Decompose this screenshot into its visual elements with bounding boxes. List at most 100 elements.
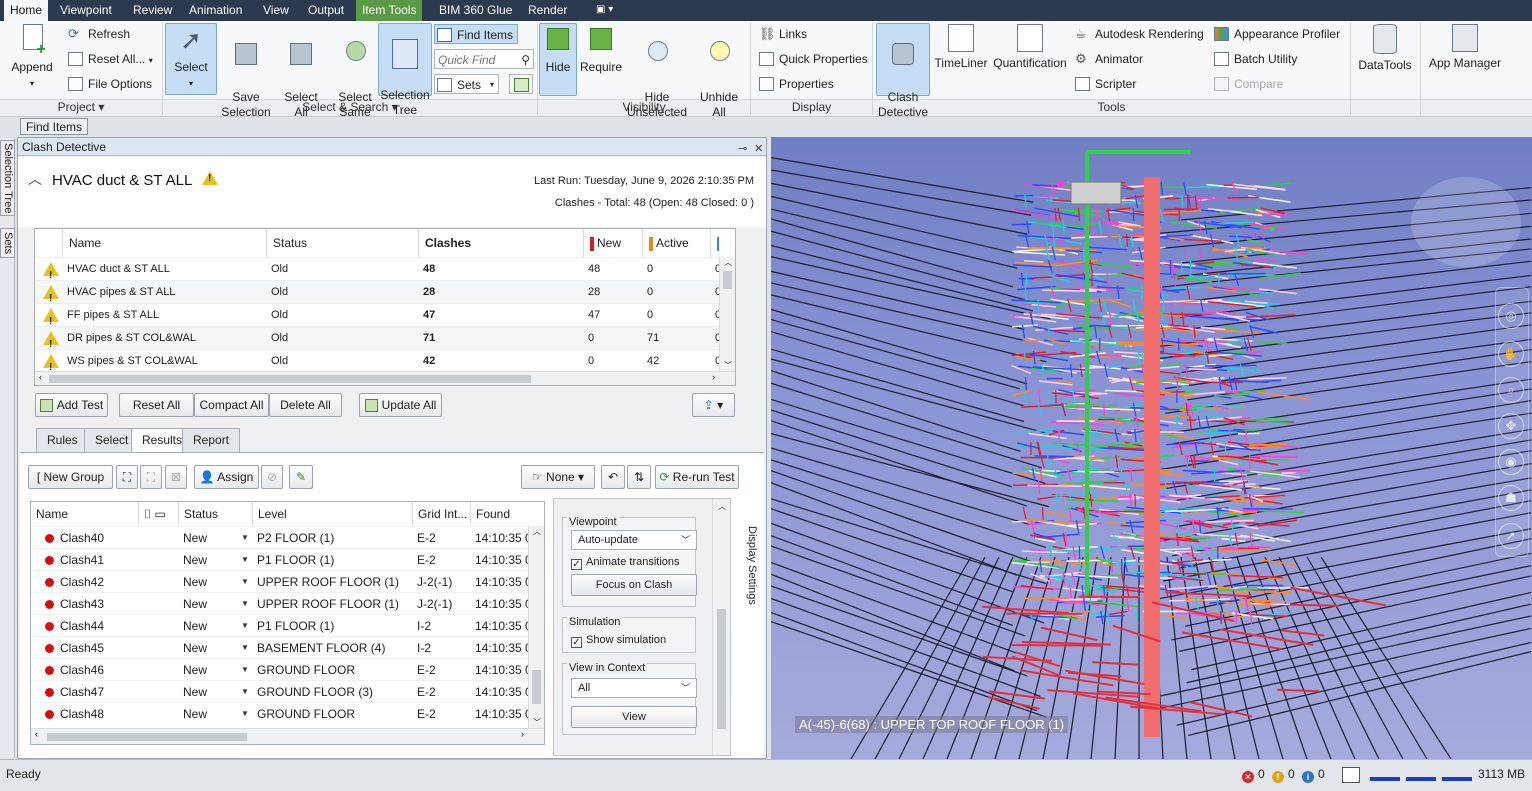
select-button[interactable]: ➚ Select ▾ — [165, 23, 217, 95]
clash-detective-button[interactable]: Clash Detective — [876, 23, 930, 119]
clash-status-dropdown[interactable]: New ▼ — [179, 615, 253, 637]
file-options-button[interactable]: File Options — [66, 74, 152, 94]
save-selection-button[interactable]: Save Selection — [219, 24, 273, 119]
results-vertical-scrollbar[interactable]: ︿ ﹀ — [528, 526, 544, 728]
close-icon[interactable]: ✕ — [754, 140, 763, 158]
3d-viewport[interactable]: A(-45)-6(68) : UPPER TOP ROOF FLOOR (1) … — [771, 137, 1532, 759]
dropdown-arrow-icon[interactable]: ▼ — [241, 615, 249, 637]
animator-button[interactable]: ⚙ Animator — [1073, 49, 1143, 69]
show-simulation-checkbox[interactable]: ✓ Show simulation — [571, 633, 666, 648]
compare-button[interactable]: Compare — [1212, 74, 1283, 94]
clash-row[interactable]: Clash43 New ▼ UPPER ROOF FLOOR (1) J-2(-1) 14… — [31, 592, 529, 614]
binoculars-icon[interactable]: ⚲ — [521, 50, 530, 70]
selection-tree-button[interactable]: Selection Tree — [378, 23, 432, 117]
results-header-status[interactable]: Status — [179, 502, 253, 526]
test-row[interactable]: WS pipes & ST COL&WALOld420420 — [35, 349, 721, 373]
links-button[interactable]: ⛓ Links — [757, 24, 807, 44]
clash-row[interactable]: Clash48 New ▼ GROUND FLOOR E-2 14:10:35 0 — [31, 702, 529, 724]
viewcube-icon[interactable] — [1411, 177, 1521, 267]
quantification-button[interactable]: Quantification — [991, 24, 1069, 98]
dropdown-arrow-icon[interactable]: ▼ — [241, 637, 249, 659]
clash-status-dropdown[interactable]: New ▼ — [179, 593, 253, 615]
quick-properties-button[interactable]: Quick Properties — [757, 49, 868, 69]
test-row[interactable]: HVAC pipes & ST ALLOld282800 — [35, 280, 721, 304]
dropdown-arrow-icon[interactable]: ▼ — [241, 571, 249, 593]
clash-status-dropdown[interactable]: New ▼ — [179, 703, 253, 725]
delete-all-button[interactable]: Delete All — [269, 393, 342, 417]
filter-none-dropdown[interactable]: ☞ None ▾ — [521, 465, 595, 489]
scripter-button[interactable]: Scripter — [1073, 74, 1136, 94]
dropdown-arrow-icon[interactable]: ▼ — [241, 659, 249, 681]
results-horizontal-scrollbar[interactable]: ‹ › — [31, 728, 544, 744]
orbit-icon[interactable]: ✥ — [1498, 413, 1524, 439]
clash-status-dropdown[interactable]: New ▼ — [179, 571, 253, 593]
dropdown-arrow-icon[interactable]: ▼ — [241, 681, 249, 703]
animate-transitions-checkbox[interactable]: ✓ Animate transitions — [571, 555, 680, 570]
tab-review[interactable]: Review — [127, 0, 178, 21]
assign-button[interactable]: 👤 Assign — [194, 465, 259, 489]
dropdown-arrow-icon[interactable]: ▼ — [241, 593, 249, 615]
sort-button[interactable]: ⇅ — [627, 465, 651, 489]
column-header-status[interactable]: Status — [267, 229, 419, 257]
export-import-dropdown[interactable]: ⇪ ▾ — [692, 393, 735, 417]
view-button[interactable]: View — [571, 706, 697, 728]
tests-vertical-scrollbar[interactable]: ︿ ﹀ — [719, 257, 735, 371]
test-row[interactable]: HVAC duct & ST ALLOld484800 — [35, 257, 721, 281]
add-comment-button[interactable]: ✎ — [289, 465, 313, 489]
tab-output[interactable]: Output — [302, 0, 350, 21]
autodesk-rendering-button[interactable]: ☕ Autodesk Rendering — [1073, 24, 1204, 44]
dropdown-arrow-icon[interactable]: ▼ — [241, 703, 249, 725]
pin-icon[interactable]: ⊸ — [738, 140, 747, 158]
quick-find-input[interactable]: Quick Find ⚲ — [434, 49, 534, 69]
select-same-button[interactable]: Select Same — [331, 24, 379, 119]
selection-tree-side-tab[interactable]: Selection Tree — [0, 140, 15, 216]
clash-status-dropdown[interactable]: New ▼ — [179, 659, 253, 681]
tab-render[interactable]: Render — [522, 0, 573, 21]
sheet-browser-icon[interactable] — [1342, 767, 1360, 783]
clash-status-dropdown[interactable]: New ▼ — [179, 681, 253, 703]
clash-row[interactable]: Clash41 New ▼ P1 FLOOR (1) E-2 14:10:35 0 — [31, 548, 529, 570]
timeliner-button[interactable]: TimeLiner — [933, 24, 989, 98]
column-header-new[interactable]: New — [584, 229, 643, 257]
test-row[interactable]: FF pipes & ST ALLOld474700 — [35, 303, 721, 327]
pan-icon[interactable]: ✋ — [1498, 341, 1524, 367]
explode-group-button[interactable]: ⛶ — [140, 465, 162, 489]
tab-rules[interactable]: Rules — [36, 428, 89, 452]
rerun-test-button[interactable]: ⟳ Re-run Test — [655, 465, 739, 489]
select-all-button[interactable]: Select All — [277, 24, 325, 119]
tab-animation[interactable]: Animation — [183, 0, 248, 21]
clash-status-dropdown[interactable]: New ▼ — [179, 549, 253, 571]
walk-icon[interactable]: ☗ — [1498, 485, 1524, 511]
compact-all-button[interactable]: Compact All — [194, 393, 269, 417]
unhide-all-button[interactable]: Unhide All — [694, 24, 744, 119]
collapse-chevron-icon[interactable]: ︿ — [28, 169, 42, 189]
tab-report[interactable]: Report — [182, 428, 241, 452]
tests-horizontal-scrollbar[interactable]: ‹ › — [35, 371, 735, 385]
display-settings-scrollbar[interactable]: ︿ — [712, 499, 730, 755]
hide-unselected-button[interactable]: Hide Unselected — [626, 24, 688, 119]
results-header-name[interactable]: Name — [31, 502, 139, 526]
properties-button[interactable]: Properties — [757, 74, 834, 94]
clash-row[interactable]: Clash44 New ▼ P1 FLOOR (1) I-2 14:10:35 0 — [31, 614, 529, 636]
add-test-button[interactable]: Add Test — [35, 393, 108, 417]
sets-side-tab[interactable]: Sets — [0, 228, 15, 258]
find-items-button[interactable]: Find Items — [434, 24, 518, 44]
find-items-panel-tab[interactable]: Find Items — [20, 118, 89, 135]
column-header-name[interactable]: Name — [63, 229, 267, 257]
project-group-label[interactable]: Project ▾ — [0, 100, 162, 116]
view-in-context-select[interactable]: All ﹀ — [571, 678, 697, 698]
clear-group-button[interactable]: ⊠ — [165, 465, 187, 489]
reset-status-button[interactable]: ↶ — [601, 465, 625, 489]
tab-home[interactable]: Home — [4, 0, 49, 21]
viewpoint-select[interactable]: Auto-update ﹀ — [571, 530, 697, 550]
column-header-active[interactable]: Active — [643, 229, 711, 257]
warning-count[interactable]: ! 0 — [1272, 767, 1295, 783]
clash-row[interactable]: Clash45 New ▼ BASEMENT FLOOR (4) I-2 14:10:35… — [31, 636, 529, 658]
manage-sets-button[interactable] — [509, 74, 533, 94]
batch-utility-button[interactable]: Batch Utility — [1212, 49, 1297, 69]
clash-row[interactable]: Clash47 New ▼ GROUND FLOOR (3) E-2 14:10:35 0 — [31, 680, 529, 702]
results-header-level[interactable]: Level — [253, 502, 413, 526]
zoom-icon[interactable]: ⌕ — [1498, 377, 1524, 403]
refresh-button[interactable]: ⟳ Refresh — [66, 24, 130, 44]
select-cursor-icon[interactable]: ➚ — [1498, 523, 1524, 549]
